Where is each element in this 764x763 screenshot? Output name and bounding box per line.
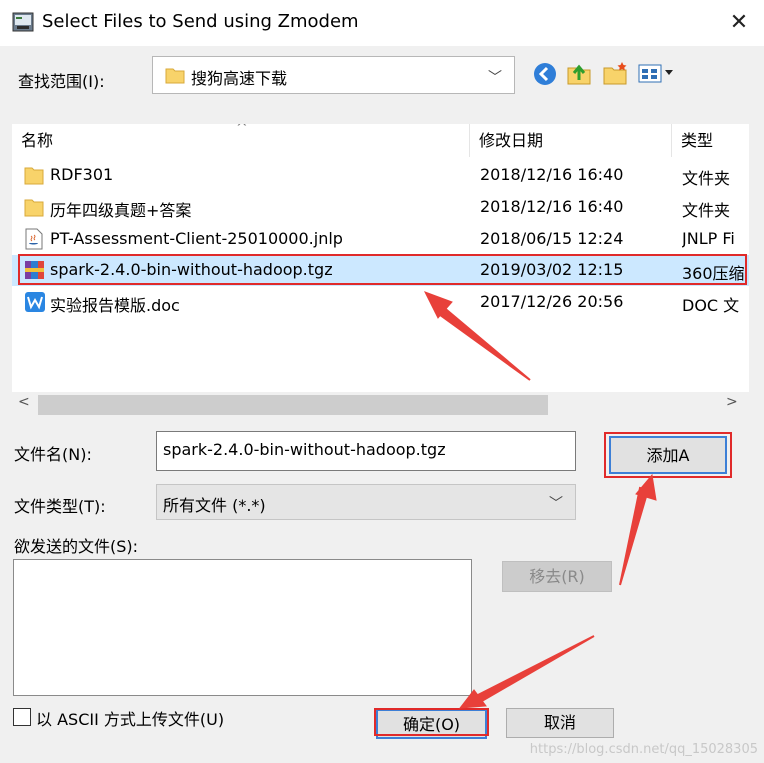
arrow-to-selected-file — [434, 304, 531, 381]
watermark-text: https://blog.csdn.net/qq_15028305 — [529, 742, 758, 757]
annotation-arrows — [423, 291, 657, 709]
arrow-to-add-button — [619, 486, 650, 586]
arrow-to-ok-button — [474, 635, 595, 704]
